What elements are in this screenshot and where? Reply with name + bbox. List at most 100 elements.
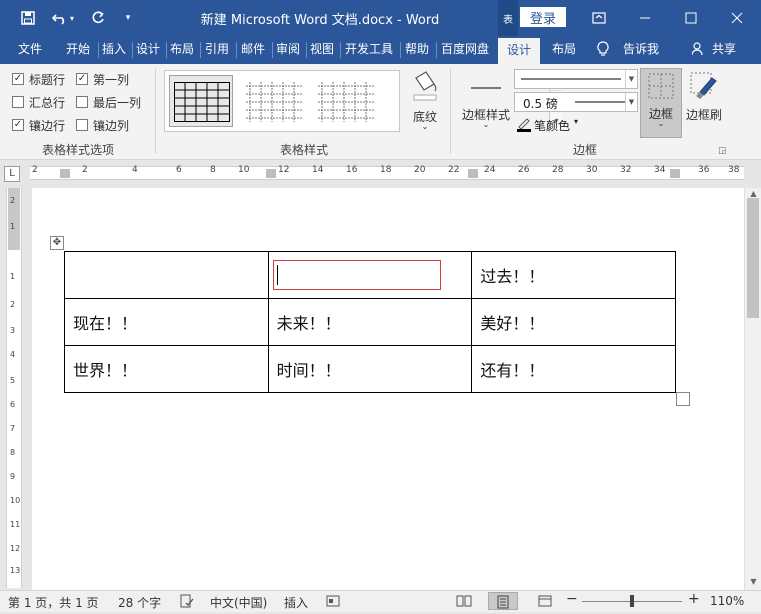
table-cell[interactable] (64, 251, 269, 299)
tab-selector[interactable]: L (4, 166, 20, 182)
ruler-number: 1 (10, 222, 16, 231)
table-cell[interactable]: 还有！！ (471, 345, 676, 393)
chevron-down-icon: ▾ (574, 117, 579, 126)
language-indicator[interactable]: 中文(中国) (210, 594, 267, 611)
table-row: 过去！！ (64, 251, 676, 299)
banded-rows-label: 镶边行 (29, 118, 66, 133)
table-style-plain-1[interactable] (241, 75, 305, 127)
proofing-icon[interactable] (180, 594, 194, 611)
line-style-dropdown[interactable]: ▼ (514, 69, 638, 89)
paint-bucket-icon (413, 71, 437, 101)
table-resize-handle[interactable] (676, 392, 690, 406)
share-button[interactable]: 共享 (708, 36, 740, 64)
table-move-handle-icon[interactable]: ✥ (50, 236, 64, 250)
web-layout-icon[interactable] (538, 594, 552, 611)
macro-icon[interactable] (326, 594, 340, 611)
table-row: 现在！！ 未来！！ 美好！！ (64, 298, 676, 346)
document-area: ✥ 过去！！ 现在！！ 未来！！ 美好！！ 世界！！ 时间！！ 还有！！ (30, 188, 744, 590)
table-cell[interactable]: 现在！！ (64, 298, 269, 346)
tab-developer[interactable]: 开发工具 (340, 36, 398, 64)
table-cell[interactable]: 过去！！ (471, 251, 676, 299)
close-icon[interactable] (714, 0, 760, 36)
minimize-icon[interactable] (622, 0, 668, 36)
ruler-number: 2 (10, 300, 16, 309)
table-cell[interactable]: 世界！！ (64, 345, 269, 393)
table-cell[interactable]: 美好！！ (471, 298, 676, 346)
word-count[interactable]: 28 个字 (118, 594, 161, 611)
tab-home[interactable]: 开始 (58, 36, 98, 64)
banded-rows-checkbox[interactable]: ✓ 镶边行 (12, 117, 65, 133)
tab-design[interactable]: 设计 (132, 36, 164, 64)
read-mode-icon[interactable] (456, 594, 472, 611)
header-row-checkbox[interactable]: ✓ 标题行 (12, 71, 65, 87)
ruler-margin-marker (60, 169, 70, 178)
table-style-grid[interactable] (169, 75, 233, 127)
tab-mailings[interactable]: 邮件 (236, 36, 270, 64)
tab-references[interactable]: 引用 (200, 36, 234, 64)
tell-me-search[interactable]: 告诉我 (614, 36, 668, 64)
save-icon[interactable] (16, 6, 40, 30)
zoom-level[interactable]: 110% (710, 594, 744, 608)
ruler-column-marker[interactable] (670, 169, 680, 178)
ruler-column-marker[interactable] (266, 169, 276, 178)
login-button[interactable]: 登录 (520, 7, 566, 27)
vertical-scrollbar[interactable]: ▲ ▼ (744, 188, 761, 590)
tab-help[interactable]: 帮助 (400, 36, 434, 64)
customize-icon[interactable]: ▾ (116, 6, 140, 30)
ruler-number: 16 (346, 165, 358, 175)
print-layout-icon[interactable] (488, 592, 518, 610)
share-icon[interactable] (690, 36, 706, 64)
ruler-number: 12 (10, 544, 21, 553)
table-style-plain-2[interactable] (313, 75, 377, 127)
tab-baidu-netdisk[interactable]: 百度网盘 (436, 36, 494, 64)
cell-selection (272, 260, 472, 290)
scroll-thumb[interactable] (747, 198, 759, 318)
ruler-number: 6 (176, 165, 182, 175)
vertical-ruler: 2 1 1 2 3 4 5 6 7 8 9 10 11 12 13 (6, 188, 22, 588)
table-cell[interactable]: 时间！！ (267, 345, 473, 393)
page-count[interactable]: 第 1 页，共 1 页 (8, 594, 99, 611)
tab-table-layout[interactable]: 布局 (542, 36, 586, 64)
tab-layout[interactable]: 布局 (166, 36, 198, 64)
table-cell-active[interactable] (267, 251, 473, 299)
first-column-checkbox[interactable]: ✓ 第一列 (76, 71, 129, 87)
maximize-icon[interactable] (668, 0, 714, 36)
tab-insert[interactable]: 插入 (98, 36, 130, 64)
last-column-checkbox[interactable]: 最后一列 (76, 94, 141, 110)
insert-mode[interactable]: 插入 (284, 594, 308, 611)
tab-file[interactable]: 文件 (10, 36, 50, 64)
chevron-down-icon: ⌄ (482, 120, 490, 129)
line-weight-dropdown[interactable]: 0.5 磅 ▼ (514, 92, 638, 112)
ruler-number: 18 (380, 165, 392, 175)
border-styles-button[interactable]: 边框样式 ⌄ (460, 68, 512, 138)
shading-button[interactable]: 底纹 ⌄ (408, 70, 442, 140)
borders-button[interactable]: 边框 ⌄ (640, 68, 682, 138)
ribbon-display-icon[interactable] (576, 0, 622, 36)
header-row-label: 标题行 (29, 72, 66, 87)
tab-review[interactable]: 审阅 (272, 36, 304, 64)
borders-icon (648, 73, 674, 99)
ruler-number: 6 (10, 400, 16, 409)
zoom-slider-thumb[interactable] (630, 595, 634, 607)
banded-columns-checkbox[interactable]: 镶边列 (76, 117, 129, 133)
dialog-launcher-icon[interactable]: ◲ (718, 146, 728, 156)
ruler-number: 3 (10, 326, 16, 335)
pen-color-button[interactable]: 笔颜色 ▾ (514, 115, 584, 135)
undo-dropdown-icon[interactable]: ▾ (66, 6, 78, 30)
tab-table-design[interactable]: 设计 (498, 38, 540, 64)
zoom-out-icon[interactable]: − (566, 591, 578, 607)
page[interactable]: ✥ 过去！！ 现在！！ 未来！！ 美好！！ 世界！！ 时间！！ 还有！！ (32, 188, 744, 590)
zoom-in-icon[interactable]: + (688, 591, 700, 607)
border-painter-button[interactable]: 边框刷 (684, 68, 724, 138)
ruler-number: 1 (10, 272, 16, 281)
ruler-number: 10 (238, 165, 250, 175)
checkbox-box: ✓ (12, 73, 24, 85)
scroll-down-icon[interactable]: ▼ (745, 576, 761, 588)
border-painter-icon (690, 72, 717, 99)
ribbon: ✓ 标题行 ✓ 第一列 汇总行 最后一列 ✓ 镶边行 镶边列 表格样式选项 ▾ … (0, 64, 761, 160)
redo-icon[interactable] (86, 6, 110, 30)
ruler-column-marker[interactable] (468, 169, 478, 178)
tab-view[interactable]: 视图 (306, 36, 338, 64)
table-cell[interactable]: 未来！！ (267, 298, 473, 346)
total-row-checkbox[interactable]: 汇总行 (12, 94, 65, 110)
